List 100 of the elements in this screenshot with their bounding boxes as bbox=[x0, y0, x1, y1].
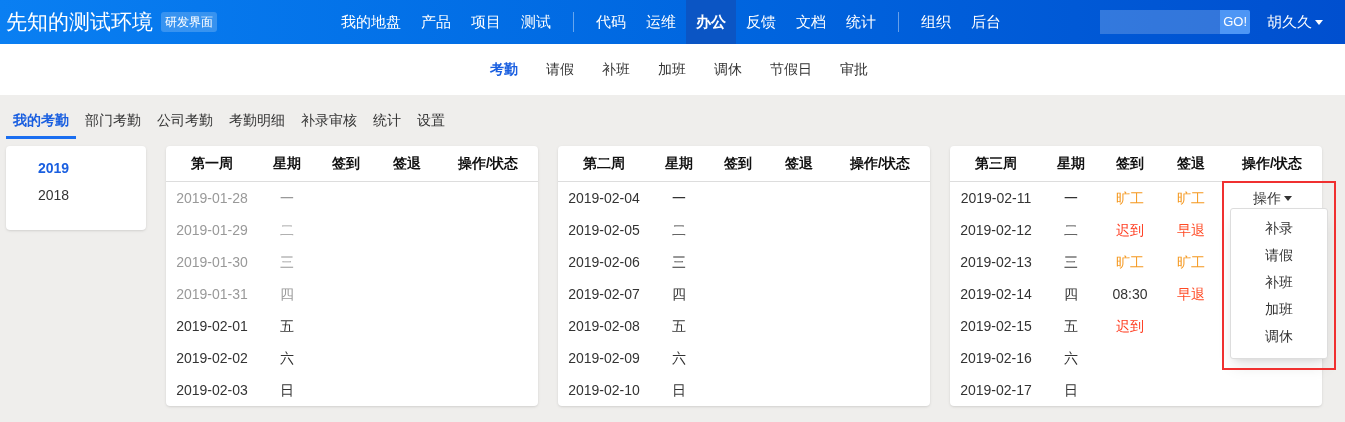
filter-tab[interactable]: 统计 bbox=[366, 110, 408, 139]
date-cell-text: 2019-02-03 bbox=[175, 380, 249, 400]
status-label: 迟到 bbox=[1116, 317, 1144, 334]
subnav-tab[interactable]: 补班 bbox=[589, 59, 642, 80]
date-cell-text: 2019-02-16 bbox=[959, 348, 1033, 368]
year-item[interactable]: 2019 bbox=[38, 158, 146, 179]
date-cell-text: 2019-01-30 bbox=[175, 252, 249, 272]
nav-tab[interactable]: 测试 bbox=[511, 0, 561, 44]
date-cell-text: 2019-02-06 bbox=[567, 252, 641, 272]
filter-tab[interactable]: 我的考勤 bbox=[6, 110, 76, 139]
nav-tab[interactable]: 办公 bbox=[686, 0, 736, 44]
column-header: 签退 bbox=[392, 154, 422, 173]
nav-tab[interactable]: 后台 bbox=[961, 0, 1011, 44]
weekday-cell-text: 六 bbox=[279, 348, 295, 368]
weekday-cell-text: 三 bbox=[279, 252, 295, 272]
weekday-cell-text: 一 bbox=[1063, 188, 1079, 208]
weekday-cell-text: 二 bbox=[279, 220, 295, 240]
nav-tab[interactable]: 代码 bbox=[586, 0, 636, 44]
subnav-tab[interactable]: 审批 bbox=[827, 59, 880, 80]
column-header: 第三周 bbox=[974, 154, 1018, 173]
weekday-cell-text: 二 bbox=[671, 220, 687, 240]
weekday-cell-text: 四 bbox=[279, 284, 295, 304]
subnav-tab[interactable]: 请假 bbox=[533, 59, 586, 80]
date-cell-text: 2019-02-13 bbox=[959, 252, 1033, 272]
status-label: 迟到 bbox=[1116, 221, 1144, 238]
weekday-cell-text: 日 bbox=[279, 380, 295, 400]
weekday-cell-text: 四 bbox=[671, 284, 687, 304]
column-header: 星期 bbox=[664, 154, 694, 173]
menu-item[interactable]: 请假 bbox=[1231, 242, 1327, 269]
weekday-cell-text: 一 bbox=[279, 188, 295, 208]
environment-badge: 研发界面 bbox=[161, 12, 217, 32]
year-item[interactable]: 2018 bbox=[38, 185, 146, 206]
nav-tab[interactable]: 组织 bbox=[911, 0, 961, 44]
column-header: 操作/状态 bbox=[1241, 154, 1303, 173]
subnav-tab[interactable]: 调休 bbox=[701, 59, 754, 80]
column-header: 签退 bbox=[784, 154, 814, 173]
date-cell-text: 2019-02-09 bbox=[567, 348, 641, 368]
status-label: 旷工 bbox=[1177, 189, 1205, 206]
column-header: 第一周 bbox=[190, 154, 234, 173]
column-header: 星期 bbox=[1056, 154, 1086, 173]
nav-tab[interactable]: 统计 bbox=[836, 0, 886, 44]
weekday-cell-text: 日 bbox=[1063, 380, 1079, 400]
column-header: 签到 bbox=[723, 154, 753, 173]
date-cell-text: 2019-02-15 bbox=[959, 316, 1033, 336]
date-cell-text: 2019-02-05 bbox=[567, 220, 641, 240]
date-cell-text: 2019-02-01 bbox=[175, 316, 249, 336]
column-header: 签退 bbox=[1176, 154, 1206, 173]
date-cell-text: 2019-01-29 bbox=[175, 220, 249, 240]
menu-item[interactable]: 补班 bbox=[1231, 269, 1327, 296]
date-cell-text: 2019-02-17 bbox=[959, 380, 1033, 400]
subnav-tab[interactable]: 加班 bbox=[645, 59, 698, 80]
weekday-cell-text: 二 bbox=[1063, 220, 1079, 240]
column-header: 操作/状态 bbox=[849, 154, 911, 173]
action-dropdown[interactable]: 操作 bbox=[1252, 187, 1292, 209]
subnav-tab[interactable]: 考勤 bbox=[477, 59, 530, 80]
menu-item[interactable]: 补录 bbox=[1231, 215, 1327, 242]
date-cell-text: 2019-02-04 bbox=[567, 188, 641, 208]
column-header: 签到 bbox=[1115, 154, 1145, 173]
date-cell-text: 2019-02-08 bbox=[567, 316, 641, 336]
time-cell: 08:30 bbox=[1112, 285, 1148, 302]
status-label: 旷工 bbox=[1116, 189, 1144, 206]
menu-item[interactable]: 调休 bbox=[1231, 323, 1327, 350]
nav-tab[interactable]: 项目 bbox=[461, 0, 511, 44]
weekday-cell-text: 五 bbox=[1063, 316, 1079, 336]
weekday-cell-text: 四 bbox=[1063, 284, 1079, 304]
column-header: 签到 bbox=[331, 154, 361, 173]
nav-tab[interactable]: 产品 bbox=[411, 0, 461, 44]
weekday-cell-text: 五 bbox=[279, 316, 295, 336]
date-cell-text: 2019-02-02 bbox=[175, 348, 249, 368]
nav-tab[interactable]: 反馈 bbox=[736, 0, 786, 44]
caret-icon bbox=[1283, 195, 1292, 201]
status-label: 旷工 bbox=[1177, 253, 1205, 270]
caret-icon bbox=[1315, 19, 1323, 25]
date-cell-text: 2019-02-10 bbox=[567, 380, 641, 400]
status-label: 早退 bbox=[1177, 221, 1205, 238]
subnav-tab[interactable]: 节假日 bbox=[757, 59, 824, 80]
filter-tab[interactable]: 公司考勤 bbox=[150, 110, 220, 139]
status-label: 早退 bbox=[1177, 285, 1205, 302]
nav-tab[interactable]: 运维 bbox=[636, 0, 686, 44]
column-header: 第二周 bbox=[582, 154, 626, 173]
weekday-cell-text: 六 bbox=[1063, 348, 1079, 368]
filter-tab[interactable]: 部门考勤 bbox=[78, 110, 148, 139]
nav-tab[interactable]: 我的地盘 bbox=[331, 0, 411, 44]
column-header: 操作/状态 bbox=[457, 154, 519, 173]
menu-item[interactable]: 加班 bbox=[1231, 296, 1327, 323]
date-cell-text: 2019-01-28 bbox=[175, 188, 249, 208]
user-menu[interactable]: 胡久久 bbox=[1267, 10, 1323, 34]
date-cell-text: 2019-02-11 bbox=[959, 188, 1033, 208]
date-cell-text: 2019-01-31 bbox=[175, 284, 249, 304]
weekday-cell-text: 六 bbox=[671, 348, 687, 368]
nav-tab[interactable]: 文档 bbox=[786, 0, 836, 44]
status-label: 旷工 bbox=[1116, 253, 1144, 270]
filter-tab[interactable]: 补录审核 bbox=[294, 110, 364, 139]
filter-tab[interactable]: 考勤明细 bbox=[222, 110, 292, 139]
weekday-cell-text: 三 bbox=[1063, 252, 1079, 272]
weekday-cell-text: 日 bbox=[671, 380, 687, 400]
brand-title: 先知的测试环境 bbox=[6, 9, 153, 36]
weekday-cell-text: 五 bbox=[671, 316, 687, 336]
date-cell-text: 2019-02-12 bbox=[959, 220, 1033, 240]
filter-tab[interactable]: 设置 bbox=[410, 110, 452, 139]
